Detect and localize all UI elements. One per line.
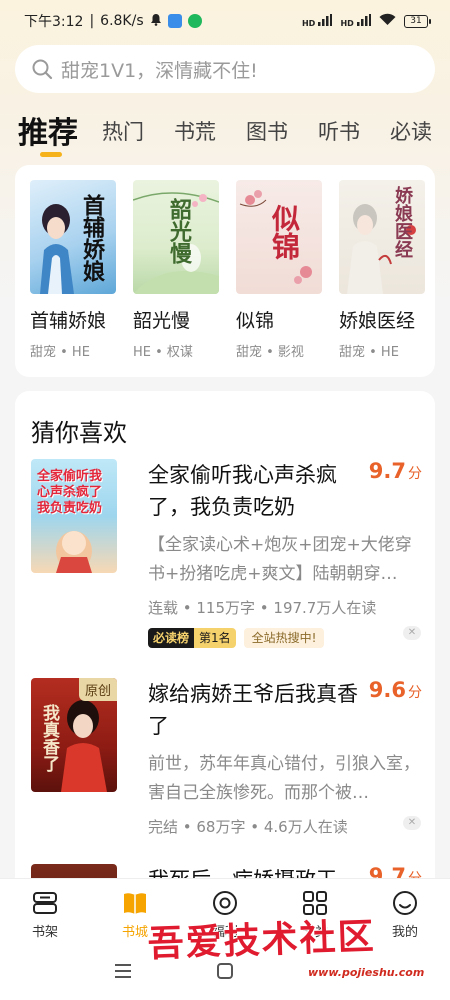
score-value: 9.7 xyxy=(368,459,406,483)
nav-label: 书架 xyxy=(31,925,58,940)
book-name: 首辅娇娘 xyxy=(30,310,107,332)
tab-label: 书荒 xyxy=(174,120,216,144)
list-item-body: 嫁给病娇王爷后我真香了 9.6 分 前世，苏年年真心错付，引狼入室，害自己全族惨死… xyxy=(148,678,422,837)
status-time: 下午3:12 xyxy=(24,14,84,30)
tab-books[interactable]: 图书 xyxy=(246,104,288,146)
cover-title: 我真香了 xyxy=(39,704,59,772)
book-tags: 甜宠 • 影视 xyxy=(236,345,304,360)
menu-icon[interactable] xyxy=(115,964,131,982)
bookshelf-icon xyxy=(33,892,57,914)
book-cover: 韶光慢 xyxy=(133,180,219,294)
cover-title: 全家偷听我心声杀疯了我负责吃奶 xyxy=(37,469,103,516)
book-meta: 完结 • 68万字 • 4.6万人在读 xyxy=(148,818,348,836)
book-meta: 连载 • 115万字 • 197.7万人在读 xyxy=(148,599,377,617)
section-title: 猜你喜欢 xyxy=(31,419,127,447)
list-item[interactable]: 原创 我真香了 嫁给病娇王爷后我真香了 9.6 分 前世，苏年年真心错付，引狼入室… xyxy=(31,678,422,848)
book-cover: 娇娘医经 xyxy=(339,180,425,294)
network-speed: 6.8K/s xyxy=(100,13,144,29)
book-item[interactable]: 娇娘医经 娇娘医经 甜宠 • HE xyxy=(339,180,427,360)
search-input[interactable]: 甜宠1V1，深情藏不住! xyxy=(15,45,435,93)
signal-icon: HD xyxy=(302,13,333,29)
list-item[interactable]: 全家偷听我心声杀疯了我负责吃奶 全家偷听我心声杀疯了，我负责吃奶 9.7 分 【全… xyxy=(31,459,422,649)
score-value: 9.6 xyxy=(368,678,406,702)
cover-title: 娇娘医经 xyxy=(392,186,413,258)
rank-position: 第1名 xyxy=(194,628,236,648)
tab-hot[interactable]: 热门 xyxy=(102,104,144,146)
book-description: 前世，苏年年真心错付，引狼入室，害自己全族惨死。而那个被… xyxy=(148,754,420,803)
cover-title: 似锦 xyxy=(268,204,301,260)
tab-must-read[interactable]: 必读 xyxy=(390,104,432,146)
book-tags: 甜宠 • HE xyxy=(30,345,90,360)
watermark-url: www.pojieshu.com xyxy=(308,966,425,979)
book-cover: 首辅娇娘 xyxy=(30,180,116,294)
tab-label: 热门 xyxy=(102,120,144,144)
recommend-card: 首辅娇娘 首辅娇娘 甜宠 • HE 韶光慢 韶光慢 HE • 权谋 似锦 似锦 … xyxy=(15,165,435,377)
book-cover: 似锦 xyxy=(236,180,322,294)
tab-label: 必读 xyxy=(390,120,432,144)
tab-audiobook[interactable]: 听书 xyxy=(318,104,360,146)
watermark-logo: 吾爱技术社区 xyxy=(146,915,377,966)
original-tag: 原创 xyxy=(78,678,117,701)
hot-badge: 全站热搜中! xyxy=(243,628,325,648)
nav-bookshelf[interactable]: 书架 xyxy=(0,879,90,948)
status-separator: | xyxy=(89,13,95,29)
book-item[interactable]: 韶光慢 韶光慢 HE • 权谋 xyxy=(133,180,221,360)
score-unit: 分 xyxy=(408,466,422,482)
tab-recommend[interactable]: 推荐 xyxy=(18,104,78,157)
search-icon xyxy=(32,59,53,80)
tab-label: 听书 xyxy=(318,120,360,144)
book-score: 9.7分 xyxy=(369,459,422,483)
status-bar: 下午3:12 | 6.8K/s HD HD 31 xyxy=(0,0,450,42)
tab-label: 推荐 xyxy=(18,116,78,151)
book-name: 似锦 xyxy=(236,310,275,332)
category-tabs: 推荐 热门 书荒 图书 听书 必读 xyxy=(18,104,450,164)
book-item[interactable]: 似锦 似锦 甜宠 • 影视 xyxy=(236,180,324,360)
book-title: 全家偷听我心声杀疯了，我负责吃奶 xyxy=(148,463,337,519)
bookstore-icon xyxy=(124,893,146,914)
rank-label: 必读榜 xyxy=(148,628,195,648)
dismiss-icon[interactable]: ✕ xyxy=(403,816,421,830)
app-notification-icon xyxy=(167,14,182,28)
book-cover: 全家偷听我心声杀疯了我负责吃奶 xyxy=(31,459,117,573)
bell-icon xyxy=(150,13,162,30)
tab-label: 图书 xyxy=(246,120,288,144)
search-placeholder: 甜宠1V1，深情藏不住! xyxy=(61,59,258,82)
wifi-icon xyxy=(379,13,396,29)
dismiss-icon[interactable]: ✕ xyxy=(403,626,421,640)
list-item-body: 全家偷听我心声杀疯了，我负责吃奶 9.7 分 【全家读心术+炮灰+团宠+大佬穿书+… xyxy=(148,459,422,648)
score-unit: 分 xyxy=(408,685,422,701)
book-name: 娇娘医经 xyxy=(339,310,416,332)
cover-title: 韶光慢 xyxy=(166,198,192,264)
tab-book-shortage[interactable]: 书荒 xyxy=(174,104,216,146)
book-description: 【全家读心术+炮灰+团宠+大佬穿书+扮猪吃虎+爽文】陆朝朝穿… xyxy=(148,535,412,584)
cover-title: 首辅娇娘 xyxy=(79,194,105,282)
battery-icon: 31 xyxy=(404,14,431,28)
tab-active-indicator xyxy=(40,152,62,157)
book-title: 嫁给病娇王爷后我真香了 xyxy=(148,682,358,738)
phone-notification-icon xyxy=(187,14,202,28)
book-cover: 原创 我真香了 xyxy=(31,678,117,792)
book-score: 9.6 分 xyxy=(369,678,422,702)
book-tags: 甜宠 • HE xyxy=(339,345,399,360)
signal-icon-2: HD xyxy=(340,13,371,29)
rank-badge: 必读榜 第1名 xyxy=(148,628,236,648)
guess-you-like-card: 猜你喜欢 全家偷听我心声杀疯了我负责吃奶 全家偷听我心声杀疯了，我负责吃奶 9.… xyxy=(15,391,435,891)
book-item[interactable]: 首辅娇娘 首辅娇娘 甜宠 • HE xyxy=(30,180,118,360)
book-name: 韶光慢 xyxy=(133,310,191,332)
nav-label: 书城 xyxy=(121,925,148,940)
book-tags: HE • 权谋 xyxy=(133,345,193,360)
